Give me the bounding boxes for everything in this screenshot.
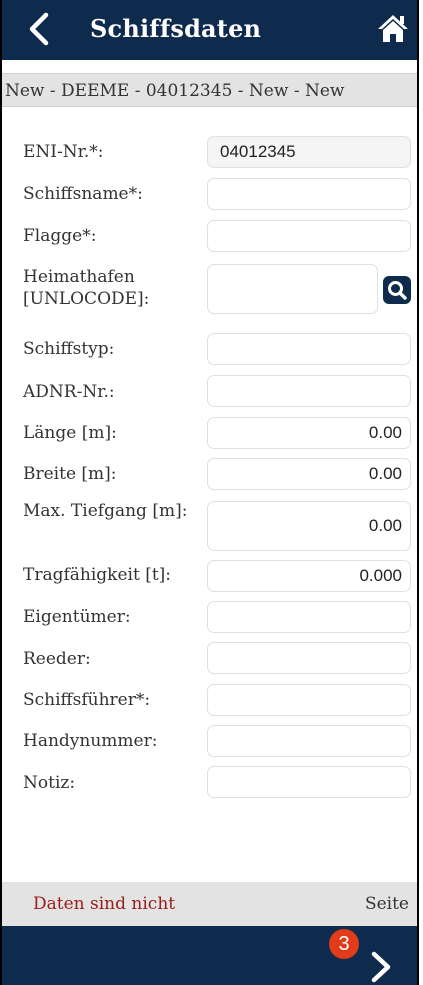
- tragfaehigkeit-field[interactable]: 0.000: [207, 560, 411, 592]
- handynummer-field[interactable]: [207, 725, 411, 757]
- chevron-left-icon[interactable]: [24, 11, 54, 47]
- eni-label: ENI-Nr.*:: [23, 142, 104, 162]
- schiffstyp-label: Schiffstyp:: [23, 339, 115, 359]
- status-bar: Daten sind nicht Seite: [2, 882, 417, 926]
- laenge-label: Länge [m]:: [23, 423, 117, 443]
- chevron-right-icon[interactable]: [368, 950, 394, 984]
- flagge-label: Flagge*:: [23, 226, 97, 246]
- footer-bar: 3: [2, 926, 417, 985]
- eni-field[interactable]: 04012345: [207, 136, 411, 168]
- heimathafen-label: Heimathafen [UNLOCODE]:: [23, 267, 150, 309]
- notiz-label: Notiz:: [23, 773, 76, 793]
- reeder-label: Reeder:: [23, 649, 91, 669]
- page-title: Schiffsdaten: [90, 14, 262, 43]
- notification-badge: 3: [329, 929, 359, 959]
- app-window: Schiffsdaten New - DEEME - 04012345 - Ne…: [0, 0, 419, 985]
- schiffsfuehrer-field[interactable]: [207, 684, 411, 716]
- notiz-field[interactable]: [207, 766, 411, 798]
- search-icon[interactable]: [383, 276, 411, 304]
- eigentuemer-label: Eigentümer:: [23, 607, 131, 627]
- heimathafen-field[interactable]: [207, 264, 378, 314]
- tragfaehigkeit-label: Tragfähigkeit [t]:: [23, 565, 172, 585]
- eigentuemer-field[interactable]: [207, 601, 411, 633]
- page-indicator: Seite: [364, 894, 409, 914]
- breite-label: Breite [m]:: [23, 464, 117, 484]
- laenge-field[interactable]: 0.00: [207, 417, 411, 449]
- schiffsname-label: Schiffsname*:: [23, 184, 143, 204]
- schiffsname-field[interactable]: [207, 178, 411, 210]
- home-icon[interactable]: [377, 12, 409, 44]
- flagge-field[interactable]: [207, 220, 411, 252]
- schiffsfuehrer-label: Schiffsführer*:: [23, 690, 151, 710]
- breadcrumb: New - DEEME - 04012345 - New - New: [2, 73, 417, 107]
- tiefgang-field[interactable]: 0.00: [207, 501, 411, 551]
- adnr-label: ADNR-Nr.:: [23, 382, 115, 402]
- schiffstyp-field[interactable]: [207, 333, 411, 365]
- breite-field[interactable]: 0.00: [207, 458, 411, 490]
- header-bar: Schiffsdaten: [2, 0, 417, 60]
- tiefgang-label: Max. Tiefgang [m]:: [23, 501, 188, 521]
- reeder-field[interactable]: [207, 642, 411, 674]
- handynummer-label: Handynummer:: [23, 731, 158, 751]
- status-message: Daten sind nicht: [33, 894, 176, 914]
- adnr-field[interactable]: [207, 375, 411, 407]
